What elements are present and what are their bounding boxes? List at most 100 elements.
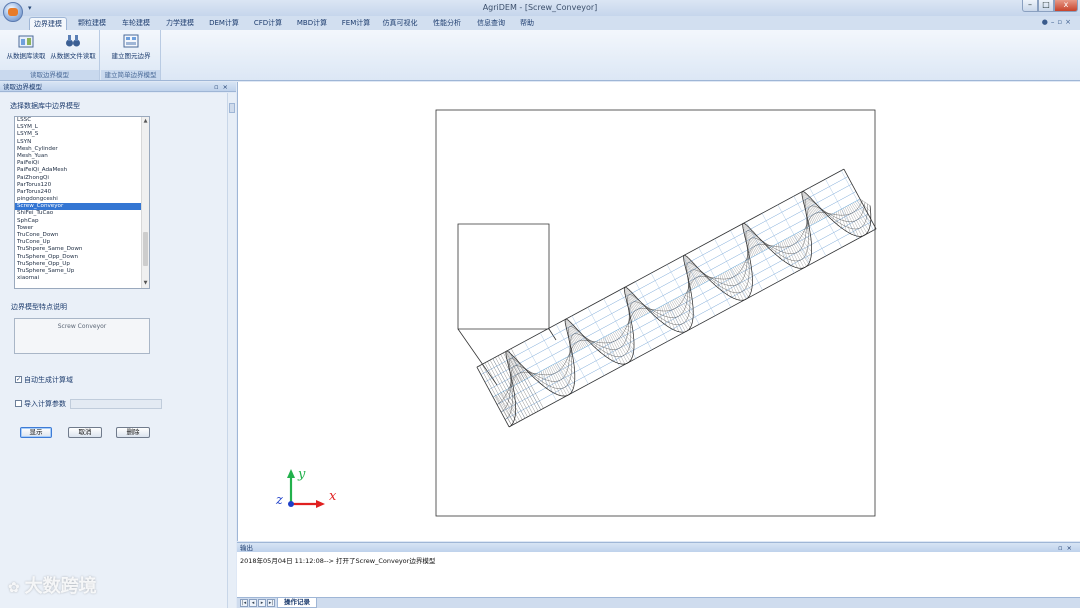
import-params-input[interactable] — [70, 399, 162, 409]
build-element-boundary-button[interactable]: 建立图元边界 — [105, 34, 157, 60]
hopper-chute-left — [457, 328, 498, 386]
model-list-item[interactable]: TruShpere_Same_Down — [15, 246, 149, 253]
layout-icon — [123, 34, 139, 48]
next-tab-icon[interactable]: ▸ — [258, 599, 266, 607]
minimize-button[interactable]: – — [1022, 0, 1038, 12]
tube-ring-line — [730, 230, 763, 291]
watermark: ✿ 大数跨境 — [8, 572, 97, 598]
output-tab-bar: |◂ ◂ ▸ ▸| 操作记录 — [237, 597, 1080, 608]
screw-flight-helix — [505, 198, 868, 420]
read-from-database-button[interactable]: 从数据库读取 — [4, 34, 48, 60]
model-list-item[interactable]: TruSphere_Same_Up — [15, 268, 149, 275]
screw-blade-spoke — [696, 266, 710, 281]
z-axis-dot — [288, 501, 294, 507]
title-bar: ▾ AgriDEM - [Screw_Conveyor] – □ x — [0, 0, 1080, 16]
3d-viewport[interactable]: y x z — [237, 82, 1080, 541]
model-list-item[interactable]: PaiZhongQi — [15, 175, 149, 182]
model-list-item[interactable]: SphCap — [15, 218, 149, 225]
screw-blade-spoke — [723, 272, 733, 298]
model-list-item[interactable]: LSYN — [15, 139, 149, 146]
tab-help[interactable]: 帮助 — [512, 17, 542, 30]
model-list-item[interactable]: PaiFeiQi — [15, 160, 149, 167]
y-axis-arrowhead — [287, 469, 295, 478]
app-logo-icon — [8, 8, 18, 16]
auto-domain-checkbox[interactable]: ✓ — [15, 376, 22, 383]
tube-ring-line — [761, 213, 795, 274]
screw-blade-spoke — [541, 370, 544, 386]
y-axis-label: y — [297, 467, 306, 482]
show-button[interactable]: 显示 — [20, 427, 52, 438]
tab-info-query[interactable]: 信息查询 — [472, 17, 510, 30]
model-list-item[interactable]: Mesh_Yuan — [15, 153, 149, 160]
screw-blade-spoke — [846, 206, 862, 237]
model-list-item[interactable]: pingdongceshi — [15, 196, 149, 203]
ribbon-window-controls[interactable]: ●–▫× — [1042, 18, 1074, 26]
tab-performance-analysis[interactable]: 性能分析 — [428, 17, 466, 30]
cancel-button[interactable]: 取消 — [68, 427, 102, 438]
panel-pin-close-icons[interactable]: ▫× — [214, 82, 232, 92]
tab-cfd-compute[interactable]: CFD计算 — [249, 17, 287, 30]
delete-button[interactable]: 删除 — [116, 427, 150, 438]
model-list-item[interactable]: LSYM_L — [15, 124, 149, 131]
watermark-text: 大数跨境 — [24, 576, 97, 597]
model-list-item[interactable]: ShiFei_TuCao — [15, 210, 149, 217]
model-list-item[interactable]: PaiFeiQi_AdaMesh — [15, 167, 149, 174]
app-window: ▾ AgriDEM - [Screw_Conveyor] – □ x 边界建模 … — [0, 0, 1080, 608]
model-list-item[interactable]: TruCone_Up — [15, 239, 149, 246]
scroll-up-icon[interactable]: ▲ — [142, 118, 149, 125]
tube-longitudinal-line — [484, 183, 853, 383]
screw-blade-spoke — [783, 240, 794, 267]
close-button[interactable]: x — [1054, 0, 1078, 12]
first-tab-icon[interactable]: |◂ — [240, 599, 248, 607]
screw-blade-spoke — [736, 265, 753, 287]
model-list-item[interactable]: LSYM_S — [15, 131, 149, 138]
app-menu-button[interactable] — [3, 2, 23, 22]
model-listbox[interactable]: LSSC LSYM_L LSYM_S LSYN Mesh_Cylinder Mesh_Yu… — [14, 116, 150, 289]
tube-ring-line — [540, 332, 573, 393]
import-params-checkbox[interactable] — [15, 400, 22, 407]
tab-wheel-modeling[interactable]: 车轮建模 — [117, 17, 155, 30]
read-from-file-button[interactable]: 从数据文件读取 — [48, 34, 98, 60]
screw-blade-spoke — [578, 330, 592, 344]
left-panel-scrollbar[interactable] — [227, 93, 236, 608]
model-list-item[interactable]: xiaomai — [15, 275, 149, 282]
output-panel-header: 输出 ▫× — [237, 542, 1080, 552]
last-tab-icon[interactable]: ▸| — [267, 599, 275, 607]
left-panel-scroll-thumb[interactable] — [229, 103, 235, 113]
tab-dem-compute[interactable]: DEM计算 — [205, 17, 243, 30]
ribbon-tabs: 边界建模 颗粒建模 车轮建模 力学建模 DEM计算 CFD计算 MBD计算 FE… — [0, 16, 1080, 30]
model-list-item[interactable]: TruSphere_Opp_Down — [15, 254, 149, 261]
model-list-item[interactable]: ParTorus240 — [15, 189, 149, 196]
read-from-file-label: 从数据文件读取 — [50, 52, 96, 60]
screw-blade-spoke — [564, 320, 580, 351]
tab-particle-modeling[interactable]: 颗粒建模 — [73, 17, 111, 30]
model-list-scroll-thumb[interactable] — [143, 232, 148, 266]
model-list-item[interactable]: Tower — [15, 225, 149, 232]
scroll-down-icon[interactable]: ▼ — [142, 280, 149, 287]
prev-tab-icon[interactable]: ◂ — [249, 599, 257, 607]
maximize-button[interactable]: □ — [1038, 0, 1054, 12]
model-list-item[interactable]: LSSC — [15, 117, 149, 124]
output-panel-title: 输出 — [240, 544, 253, 552]
tube-longitudinal-line — [504, 221, 873, 420]
model-list-item[interactable]: TruSphere_Opp_Up — [15, 261, 149, 268]
model-list-item[interactable]: ParTorus120 — [15, 182, 149, 189]
left-panel-title: 读取边界模型 — [3, 83, 42, 91]
tab-operation-log[interactable]: 操作记录 — [277, 598, 317, 608]
ribbon-group-read-boundary: 从数据库读取 从数据文件读取 读取边界模型 — [0, 30, 100, 80]
tab-mechanics-modeling[interactable]: 力学建模 — [161, 17, 199, 30]
model-list-item[interactable]: TruCone_Down — [15, 232, 149, 239]
tab-simulation-visualization[interactable]: 仿真可视化 — [378, 17, 422, 30]
model-list-scrollbar[interactable]: ▲ ▼ — [141, 117, 149, 288]
screw-blade-spoke — [734, 266, 752, 291]
screw-blade-spoke — [571, 323, 589, 346]
model-list-item[interactable]: Mesh_Cylinder — [15, 146, 149, 153]
computation-domain-box — [435, 109, 876, 517]
model-list-item[interactable]: Screw_Conveyor — [15, 203, 149, 211]
scene-canvas[interactable]: y x z — [238, 82, 1080, 541]
tab-boundary-modeling[interactable]: 边界建模 — [29, 17, 67, 30]
tab-fem-compute[interactable]: FEM计算 — [337, 17, 375, 30]
tab-mbd-compute[interactable]: MBD计算 — [293, 17, 331, 30]
screw-blade-spoke — [789, 236, 807, 267]
screw-flight-helix — [505, 190, 872, 428]
